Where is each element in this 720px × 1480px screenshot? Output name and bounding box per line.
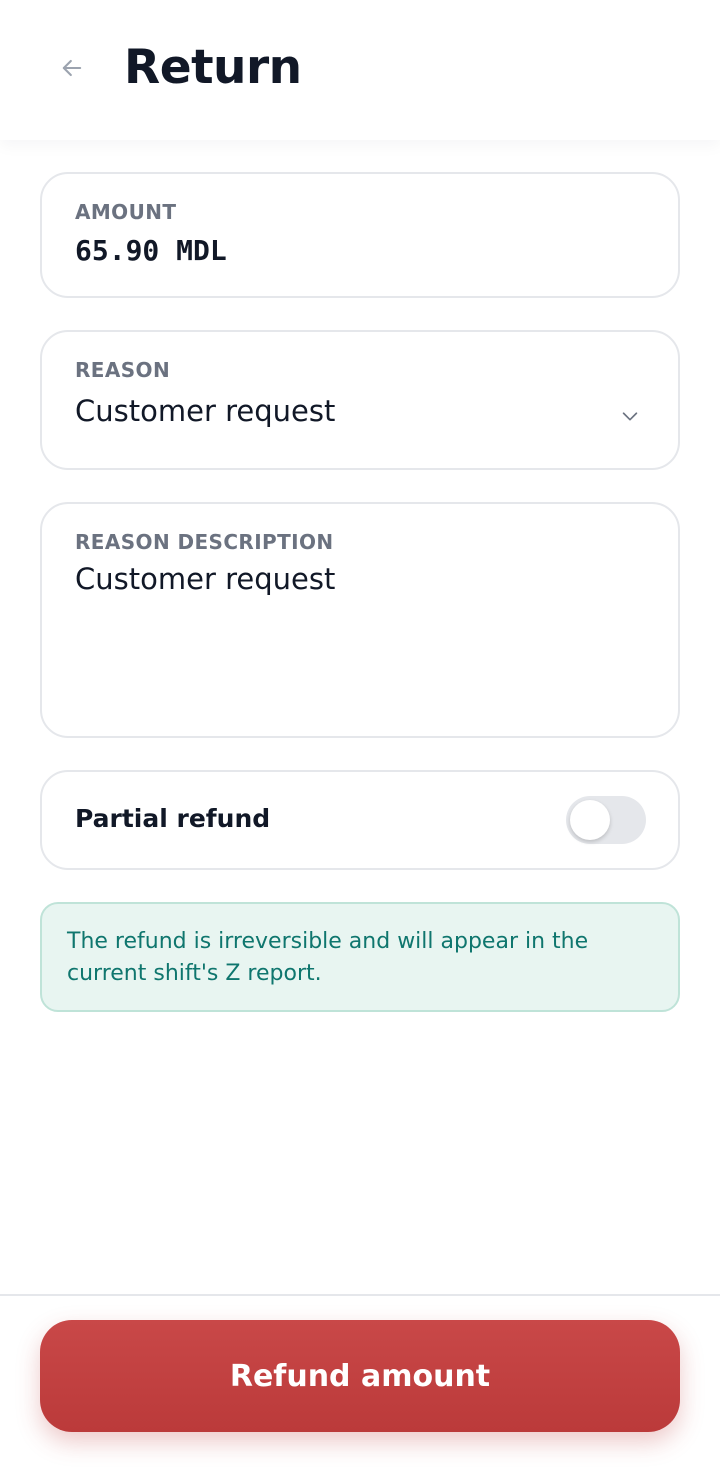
amount-value: 65.90 MDL <box>75 234 227 267</box>
reason-description-textarea[interactable]: Customer request <box>75 562 648 596</box>
app-header: Return <box>0 0 720 140</box>
reason-label: REASON <box>75 358 171 382</box>
partial-refund-row: Partial refund <box>40 770 680 870</box>
partial-refund-label: Partial refund <box>75 804 271 833</box>
refund-notice-text: The refund is irreversible and will appe… <box>67 929 589 986</box>
toggle-knob <box>570 800 610 840</box>
page-title: Return <box>124 40 302 95</box>
reason-select[interactable]: REASON Customer request <box>40 330 680 470</box>
amount-label: AMOUNT <box>75 200 177 224</box>
amount-field: AMOUNT 65.90 MDL <box>40 172 680 298</box>
chevron-down-icon <box>618 404 642 428</box>
partial-refund-toggle[interactable] <box>566 796 646 844</box>
back-button[interactable] <box>52 50 92 90</box>
reason-description-field[interactable]: REASON DESCRIPTION Customer request <box>40 502 680 738</box>
arrow-left-icon <box>58 54 86 86</box>
reason-description-label: REASON DESCRIPTION <box>75 530 334 554</box>
refund-amount-button[interactable]: Refund amount <box>40 1320 680 1432</box>
refund-amount-button-label: Refund amount <box>229 1358 491 1394</box>
refund-notice: The refund is irreversible and will appe… <box>40 902 680 1012</box>
footer-divider <box>0 1294 720 1296</box>
reason-selected-value: Customer request <box>75 394 336 428</box>
